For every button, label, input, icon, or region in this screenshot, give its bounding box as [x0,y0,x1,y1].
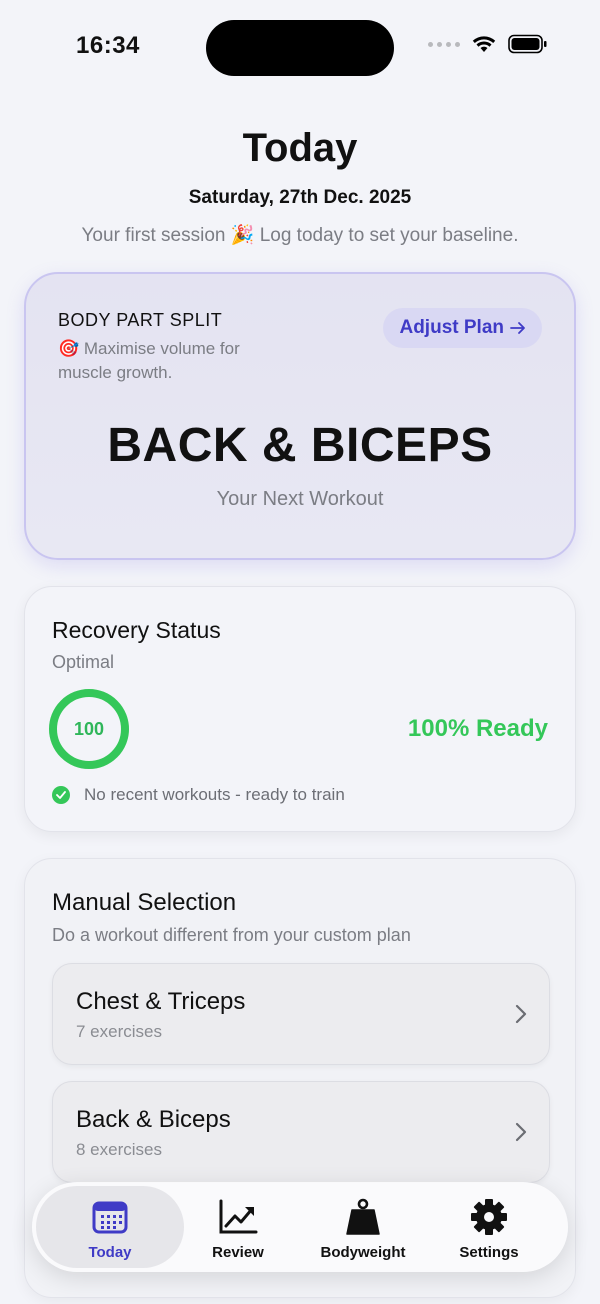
manual-selection-title: Manual Selection [52,889,237,916]
recovery-title: Recovery Status [52,617,221,643]
workout-row-name: Back & Biceps [76,1106,231,1133]
tab-label-review: Review [212,1244,264,1261]
recovery-ready-text: 100% Ready [407,715,548,742]
next-workout-name: BACK & BICEPS [107,419,493,472]
battery-icon [508,34,547,54]
recovery-state: Optimal [52,652,115,672]
tab-review[interactable]: Review [174,1182,302,1272]
recovery-note: No recent workouts - ready to train [52,785,345,805]
signal-icon [428,41,460,47]
workout-row-count: 7 exercises [76,1022,162,1041]
workout-row-chest-triceps[interactable]: Chest & Triceps 7 exercises [52,963,550,1065]
tab-today[interactable]: Today [36,1182,184,1272]
calendar-icon [92,1198,128,1236]
dynamic-island [206,20,394,76]
tab-settings[interactable]: Settings [428,1182,550,1272]
wifi-icon [472,36,496,52]
adjust-plan-button[interactable]: Adjust Plan [383,308,542,348]
tab-label-settings: Settings [459,1244,519,1261]
workout-row-name: Chest & Triceps [76,988,246,1015]
page-date: Saturday, 27th Dec. 2025 [188,187,412,208]
recovery-card: Recovery Status Optimal 100 100% Ready N… [24,586,576,832]
tab-bar: Today Review Bodyweight Settings [32,1182,568,1272]
arrow-right-icon [510,322,525,334]
manual-selection-subtitle: Do a workout different from your custom … [52,925,411,945]
page-subtitle: Your first session 🎉 Log today to set yo… [81,225,519,246]
recovery-note-text: No recent workouts - ready to train [84,785,345,804]
gear-icon [470,1198,508,1236]
adjust-plan-label: Adjust Plan [399,317,504,338]
weight-icon [345,1198,381,1236]
status-bar: 16:34 [0,0,600,96]
tab-label-today: Today [88,1244,132,1261]
chart-trend-icon [218,1198,258,1236]
chevron-right-icon [515,1004,527,1024]
plan-description: 🎯 Maximise volume for muscle growth. [58,339,240,382]
next-workout-card[interactable]: BODY PART SPLIT 🎯 Maximise volume for mu… [24,272,576,560]
recovery-score: 100 [73,719,105,739]
status-time: 16:34 [76,32,140,59]
chevron-right-icon [515,1122,527,1142]
tab-label-bodyweight: Bodyweight [320,1244,406,1261]
workout-row-back-biceps[interactable]: Back & Biceps 8 exercises [52,1081,550,1183]
check-circle-icon [52,786,70,804]
next-workout-caption: Your Next Workout [216,488,384,510]
status-icons [428,34,548,54]
page-title: Today [242,126,358,170]
workout-row-count: 8 exercises [76,1140,162,1159]
tab-bodyweight[interactable]: Bodyweight [302,1182,424,1272]
plan-type-label: BODY PART SPLIT [58,310,223,330]
